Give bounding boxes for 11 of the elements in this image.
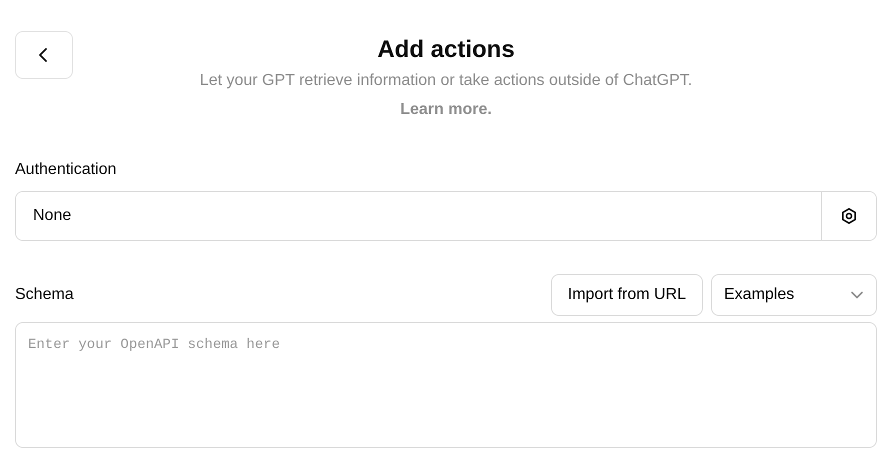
authentication-label: Authentication (15, 160, 116, 180)
settings-button[interactable] (821, 192, 876, 240)
examples-dropdown[interactable]: Examples (711, 274, 877, 316)
page-description: Let your GPT retrieve information or take actions outside of ChatGPT. (198, 71, 694, 91)
schema-label: Schema (15, 285, 74, 305)
page-title: Add actions (377, 35, 515, 65)
import-from-url-button[interactable]: Import from URL (550, 274, 703, 316)
schema-input[interactable]: Enter your OpenAPI schema here (15, 322, 877, 448)
settings-icon (840, 207, 858, 225)
chevron-down-icon (850, 290, 864, 300)
authentication-field[interactable]: None (15, 191, 877, 241)
